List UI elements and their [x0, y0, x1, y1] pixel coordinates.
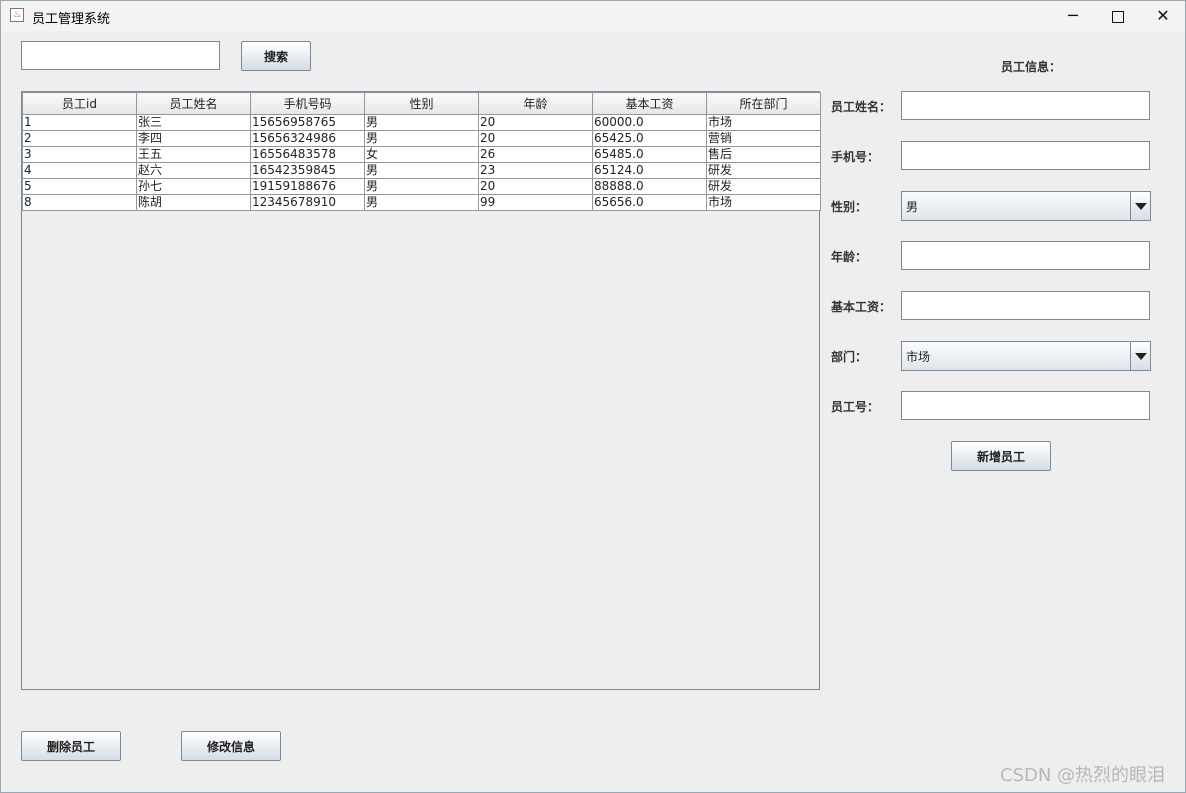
table-row[interactable]: 4 赵六 16542359845 男 23 65124.0 研发: [22, 162, 821, 179]
cell-id[interactable]: 2: [22, 130, 137, 147]
dept-combobox[interactable]: 市场: [901, 341, 1151, 371]
cell-gender[interactable]: 男: [364, 114, 479, 131]
dept-selected-value: 市场: [906, 350, 931, 364]
table-row[interactable]: 8 陈胡 12345678910 男 99 65656.0 市场: [22, 194, 821, 211]
cell-gender[interactable]: 女: [364, 146, 479, 163]
cell-gender[interactable]: 男: [364, 130, 479, 147]
col-header-salary[interactable]: 基本工资: [592, 92, 707, 115]
empno-input[interactable]: [901, 391, 1150, 420]
cell-salary[interactable]: 65124.0: [592, 162, 707, 179]
minimize-button[interactable]: ─: [1050, 1, 1096, 31]
cell-age[interactable]: 20: [478, 178, 593, 195]
empno-label: 员工号：: [831, 400, 880, 414]
window-title: 员工管理系统: [32, 12, 111, 27]
cell-phone[interactable]: 15656324986: [250, 130, 365, 147]
cell-id[interactable]: 4: [22, 162, 137, 179]
gender-label: 性别：: [831, 200, 868, 214]
col-header-phone[interactable]: 手机号码: [250, 92, 365, 115]
cell-name[interactable]: 李四: [136, 130, 251, 147]
gender-combobox[interactable]: 男: [901, 191, 1151, 221]
cell-age[interactable]: 26: [478, 146, 593, 163]
age-input[interactable]: [901, 241, 1150, 270]
chevron-down-icon[interactable]: [1130, 192, 1150, 220]
col-header-age[interactable]: 年龄: [478, 92, 593, 115]
cell-id[interactable]: 8: [22, 194, 137, 211]
cell-dept[interactable]: 市场: [706, 114, 821, 131]
cell-salary[interactable]: 65485.0: [592, 146, 707, 163]
delete-employee-button[interactable]: 删除员工: [21, 731, 121, 761]
cell-id[interactable]: 5: [22, 178, 137, 195]
java-app-icon: ♨: [10, 8, 24, 22]
cell-dept[interactable]: 研发: [706, 178, 821, 195]
salary-label: 基本工资：: [831, 300, 892, 314]
dept-label: 部门：: [831, 350, 868, 364]
table-row[interactable]: 1 张三 15656958765 男 20 60000.0 市场: [22, 114, 821, 131]
cell-salary[interactable]: 65425.0: [592, 130, 707, 147]
edit-info-button[interactable]: 修改信息: [181, 731, 281, 761]
cell-age[interactable]: 20: [478, 114, 593, 131]
salary-input[interactable]: [901, 291, 1150, 320]
close-button[interactable]: ✕: [1140, 1, 1186, 31]
cell-gender[interactable]: 男: [364, 178, 479, 195]
cell-dept[interactable]: 售后: [706, 146, 821, 163]
cell-gender[interactable]: 男: [364, 162, 479, 179]
watermark: CSDN @热烈的眼泪: [1000, 765, 1166, 786]
cell-phone[interactable]: 19159188676: [250, 178, 365, 195]
name-label: 员工姓名：: [831, 100, 892, 114]
table-header-row: 员工id 员工姓名 手机号码 性别 年龄 基本工资 所在部门: [22, 92, 821, 115]
cell-id[interactable]: 1: [22, 114, 137, 131]
cell-name[interactable]: 王五: [136, 146, 251, 163]
cell-salary[interactable]: 88888.0: [592, 178, 707, 195]
phone-input[interactable]: [901, 141, 1150, 170]
cell-gender[interactable]: 男: [364, 194, 479, 211]
cell-phone[interactable]: 15656958765: [250, 114, 365, 131]
search-button[interactable]: 搜索: [241, 41, 311, 71]
cell-name[interactable]: 张三: [136, 114, 251, 131]
employee-info-title: 员工信息：: [1001, 60, 1062, 74]
col-header-gender[interactable]: 性别: [364, 92, 479, 115]
maximize-button[interactable]: [1095, 1, 1141, 31]
search-input[interactable]: [21, 41, 220, 70]
name-input[interactable]: [901, 91, 1150, 120]
col-header-dept[interactable]: 所在部门: [706, 92, 821, 115]
cell-id[interactable]: 3: [22, 146, 137, 163]
phone-label: 手机号：: [831, 150, 880, 164]
cell-dept[interactable]: 研发: [706, 162, 821, 179]
table-row[interactable]: 5 孙七 19159188676 男 20 88888.0 研发: [22, 178, 821, 195]
table-row[interactable]: 3 王五 16556483578 女 26 65485.0 售后: [22, 146, 821, 163]
cell-phone[interactable]: 16556483578: [250, 146, 365, 163]
chevron-down-icon[interactable]: [1130, 342, 1150, 370]
col-header-id[interactable]: 员工id: [22, 92, 137, 115]
table-row[interactable]: 2 李四 15656324986 男 20 65425.0 营销: [22, 130, 821, 147]
employee-table-pane[interactable]: 员工id 员工姓名 手机号码 性别 年龄 基本工资 所在部门 1 张三 1565…: [21, 91, 821, 690]
cell-dept[interactable]: 市场: [706, 194, 821, 211]
maximize-icon: [1112, 10, 1124, 23]
col-header-name[interactable]: 员工姓名: [136, 92, 251, 115]
title-bar[interactable]: ♨ 员工管理系统 ─ ✕: [1, 1, 1185, 31]
cell-dept[interactable]: 营销: [706, 130, 821, 147]
cell-salary[interactable]: 60000.0: [592, 114, 707, 131]
cell-salary[interactable]: 65656.0: [592, 194, 707, 211]
cell-name[interactable]: 陈胡: [136, 194, 251, 211]
age-label: 年龄：: [831, 250, 868, 264]
cell-age[interactable]: 20: [478, 130, 593, 147]
employee-table: 员工id 员工姓名 手机号码 性别 年龄 基本工资 所在部门 1 张三 1565…: [22, 92, 821, 211]
cell-age[interactable]: 99: [478, 194, 593, 211]
cell-phone[interactable]: 12345678910: [250, 194, 365, 211]
add-employee-button[interactable]: 新增员工: [951, 441, 1051, 471]
cell-age[interactable]: 23: [478, 162, 593, 179]
cell-name[interactable]: 赵六: [136, 162, 251, 179]
cell-name[interactable]: 孙七: [136, 178, 251, 195]
gender-selected-value: 男: [906, 200, 919, 214]
cell-phone[interactable]: 16542359845: [250, 162, 365, 179]
